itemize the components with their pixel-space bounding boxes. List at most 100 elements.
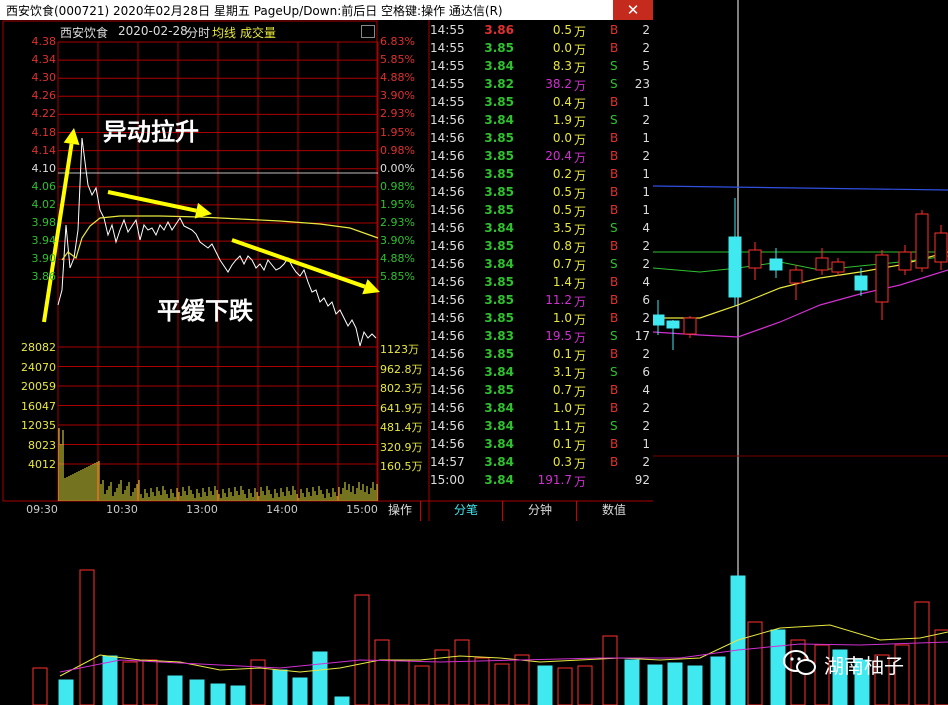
tab-ops[interactable]: 操作	[380, 501, 421, 521]
volume-tick-right: 1123万	[380, 343, 419, 356]
candle-body	[934, 232, 948, 263]
trade-unit: 万	[574, 385, 587, 399]
tab-value[interactable]: 数值	[578, 501, 650, 521]
trade-side: S	[610, 77, 618, 91]
trade-unit: 万	[574, 277, 587, 291]
trade-unit: 万	[574, 439, 587, 453]
trade-volume: 191.7	[537, 473, 572, 487]
trade-count: 23	[634, 77, 650, 91]
candle-body	[683, 317, 697, 335]
trade-count: 1	[642, 95, 650, 109]
window-titlebar: 西安饮食(000721) 2020年02月28日 星期五 PageUp/Down…	[0, 0, 653, 21]
trade-count: 5	[642, 59, 650, 73]
candle-body	[651, 314, 665, 326]
trade-row: 14:56 3.84 0.7 万 S 2	[430, 256, 652, 274]
window-title: 西安饮食(000721) 2020年02月28日 星期五 PageUp/Down…	[6, 4, 503, 18]
trade-volume: 0.1	[552, 437, 572, 451]
volume-bar	[667, 662, 683, 705]
trade-price: 3.85	[484, 149, 514, 163]
volume-bar	[292, 677, 308, 705]
close-button[interactable]: ✕	[613, 0, 653, 20]
volume-tick-right: 481.4万	[380, 421, 423, 434]
chart-settings-icon[interactable]	[361, 25, 375, 38]
tab-minute[interactable]: 分钟	[504, 501, 577, 521]
trade-unit: 万	[574, 169, 587, 183]
tab-ticks[interactable]: 分笔	[430, 501, 503, 521]
trade-side: B	[610, 203, 619, 217]
volume-bar	[272, 669, 288, 705]
candle-body	[748, 249, 762, 269]
trade-side: B	[610, 149, 619, 163]
trade-volume: 0.4	[552, 95, 572, 109]
trade-price: 3.85	[484, 95, 514, 109]
volume-bar	[394, 659, 410, 705]
price-tick-left: 4.10	[31, 161, 57, 175]
volume-tick-left: 20059	[21, 380, 56, 393]
trade-time: 14:56	[430, 113, 465, 127]
volume-tick-left: 4012	[28, 458, 56, 471]
trade-side: S	[610, 221, 618, 235]
trade-price: 3.85	[484, 347, 514, 361]
price-tick-left: 3.98	[31, 216, 57, 229]
trade-unit: 万	[574, 403, 587, 417]
trade-time: 14:56	[430, 239, 465, 253]
stock-name: 西安饮食	[60, 26, 109, 40]
trade-count: 1	[642, 203, 650, 217]
trade-side: B	[610, 437, 619, 451]
trade-unit: 万	[574, 457, 587, 471]
trade-time: 15:00	[430, 473, 465, 487]
trade-volume: 20.4	[545, 149, 572, 163]
trade-time: 14:56	[430, 257, 465, 271]
trade-volume: 0.0	[552, 41, 572, 55]
trade-time: 14:56	[430, 383, 465, 397]
trade-price: 3.84	[484, 401, 514, 415]
volume-bar	[79, 569, 95, 705]
trade-row: 14:56 3.85 1.4 万 B 4	[430, 274, 652, 292]
trade-row: 14:56 3.84 3.5 万 S 4	[430, 220, 652, 238]
trade-volume: 0.0	[552, 131, 572, 145]
price-tick-left: 3.86	[31, 270, 57, 284]
trade-side: S	[610, 365, 618, 379]
trade-volume: 0.5	[552, 203, 572, 217]
price-tick-right: 2.93%	[380, 107, 415, 121]
trade-row: 15:00 3.84 191.7 万 92	[430, 472, 652, 490]
trade-unit: 万	[574, 115, 587, 129]
trade-price: 3.84	[484, 473, 514, 487]
trade-price: 3.85	[484, 311, 514, 325]
trade-price: 3.83	[484, 329, 514, 343]
trade-count: 2	[642, 239, 650, 253]
trade-side: B	[610, 167, 619, 181]
trade-volume: 8.3	[552, 59, 572, 73]
volume-bar	[32, 667, 48, 705]
trade-unit: 万	[574, 151, 587, 165]
trade-time: 14:56	[430, 149, 465, 163]
trade-row: 14:56 3.84 1.9 万 S 2	[430, 112, 652, 130]
trade-volume: 0.2	[552, 167, 572, 181]
price-tick-left: 3.94	[31, 234, 57, 248]
price-tick-left: 4.02	[31, 197, 57, 211]
trade-row: 14:56 3.85 0.5 万 B 1	[430, 184, 652, 202]
trade-price: 3.85	[484, 239, 514, 253]
trade-price: 3.85	[484, 131, 514, 145]
trade-price: 3.84	[484, 455, 514, 469]
trade-count: 4	[642, 221, 650, 235]
trade-time: 14:56	[430, 401, 465, 415]
trade-time: 14:56	[430, 167, 465, 181]
trade-count: 2	[642, 311, 650, 325]
volume-tick-right: 641.9万	[380, 401, 423, 415]
candle-body	[769, 258, 783, 271]
volume-bar	[167, 675, 183, 705]
price-tick-right: 6.83%	[380, 35, 415, 48]
volume-bar	[312, 651, 328, 705]
trade-time: 14:55	[430, 59, 465, 73]
trade-price: 3.85	[484, 167, 514, 181]
trade-time: 14:56	[430, 419, 465, 433]
trade-volume: 11.2	[545, 293, 572, 307]
trade-unit: 万	[574, 205, 587, 219]
candle-body	[666, 320, 680, 329]
volume-bar	[142, 659, 158, 705]
trade-volume: 38.2	[545, 77, 572, 91]
trade-volume: 3.1	[552, 365, 572, 379]
watermark: 湖南柚子	[782, 648, 904, 678]
trade-count: 1	[642, 437, 650, 451]
